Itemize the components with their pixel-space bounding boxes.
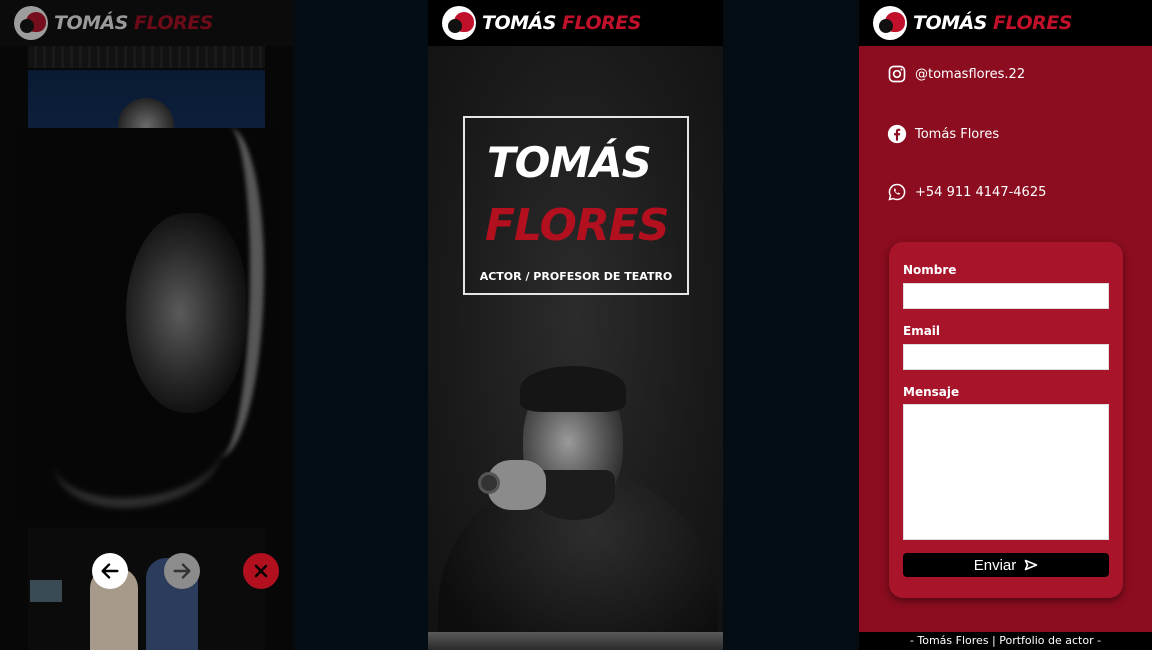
email-field[interactable] bbox=[903, 344, 1109, 370]
submit-button[interactable]: Enviar bbox=[903, 553, 1109, 577]
close-icon bbox=[254, 564, 268, 578]
facebook-name: Tomás Flores bbox=[915, 126, 1000, 142]
header: TOMÁS FLORES bbox=[0, 0, 293, 46]
instagram-icon bbox=[888, 65, 906, 83]
whatsapp-link[interactable]: +54 911 4147-4625 bbox=[887, 182, 1046, 202]
theatre-mask-icon[interactable] bbox=[873, 6, 907, 40]
hero-subtitle: ACTOR / PROFESOR DE TEATRO bbox=[479, 270, 673, 283]
send-icon bbox=[1024, 559, 1038, 571]
contact-form: Nombre Email Mensaje Enviar bbox=[889, 242, 1123, 598]
table-surface bbox=[428, 632, 723, 650]
footer: - Tomás Flores | Portfolio de actor - bbox=[859, 632, 1152, 650]
brand-logo[interactable]: TOMÁS FLORES bbox=[54, 12, 213, 34]
prev-photo-button[interactable] bbox=[92, 553, 128, 589]
submit-label: Enviar bbox=[973, 556, 1017, 574]
arrow-right-icon bbox=[173, 563, 191, 579]
whatsapp-icon bbox=[888, 183, 906, 201]
whatsapp-number: +54 911 4147-4625 bbox=[915, 184, 1047, 200]
brand-logo[interactable]: TOMÁS FLORES bbox=[913, 12, 1072, 34]
brand-second: FLORES bbox=[134, 12, 213, 34]
message-label: Mensaje bbox=[903, 385, 960, 399]
header: TOMÁS FLORES bbox=[859, 0, 1152, 46]
email-label: Email bbox=[903, 324, 941, 338]
facebook-icon bbox=[887, 124, 907, 144]
instagram-link[interactable]: @tomasflores.22 bbox=[887, 64, 1025, 84]
gallery-main-photo bbox=[14, 128, 279, 525]
gallery-panel: TOMÁS FLORES bbox=[0, 0, 293, 650]
name-label: Nombre bbox=[903, 263, 957, 277]
contact-panel: TOMÁS FLORES @tomasflores.22 Tomás Flore… bbox=[859, 0, 1152, 650]
gallery-thumbnail[interactable] bbox=[28, 528, 265, 650]
brand-logo[interactable]: TOMÁS FLORES bbox=[482, 12, 641, 34]
next-photo-button[interactable] bbox=[164, 553, 200, 589]
facebook-link[interactable]: Tomás Flores bbox=[887, 124, 999, 144]
gallery-thumbnail-strip bbox=[28, 46, 265, 68]
arrow-left-icon bbox=[101, 563, 119, 579]
brand-second: FLORES bbox=[562, 12, 641, 34]
gallery-thumbnail[interactable] bbox=[28, 70, 265, 138]
name-field[interactable] bbox=[903, 283, 1109, 309]
brand-first: TOMÁS bbox=[913, 12, 987, 34]
hero-photo bbox=[428, 360, 723, 650]
hero-first-name: TOMÁS bbox=[487, 138, 652, 187]
header: TOMÁS FLORES bbox=[428, 0, 723, 46]
close-gallery-button[interactable] bbox=[243, 553, 279, 589]
brand-second: FLORES bbox=[993, 12, 1072, 34]
theatre-mask-icon[interactable] bbox=[442, 6, 476, 40]
hero-title-box: TOMÁS FLORES ACTOR / PROFESOR DE TEATRO bbox=[463, 116, 689, 295]
hero-panel: TOMÁS FLORES ACTOR / PROFESOR DE TEATRO … bbox=[428, 0, 723, 650]
brand-first: TOMÁS bbox=[482, 12, 556, 34]
message-field[interactable] bbox=[903, 404, 1109, 540]
theatre-mask-icon[interactable] bbox=[14, 6, 48, 40]
brand-first: TOMÁS bbox=[54, 12, 128, 34]
hero-last-name: FLORES bbox=[485, 200, 670, 251]
instagram-handle: @tomasflores.22 bbox=[915, 66, 1026, 82]
